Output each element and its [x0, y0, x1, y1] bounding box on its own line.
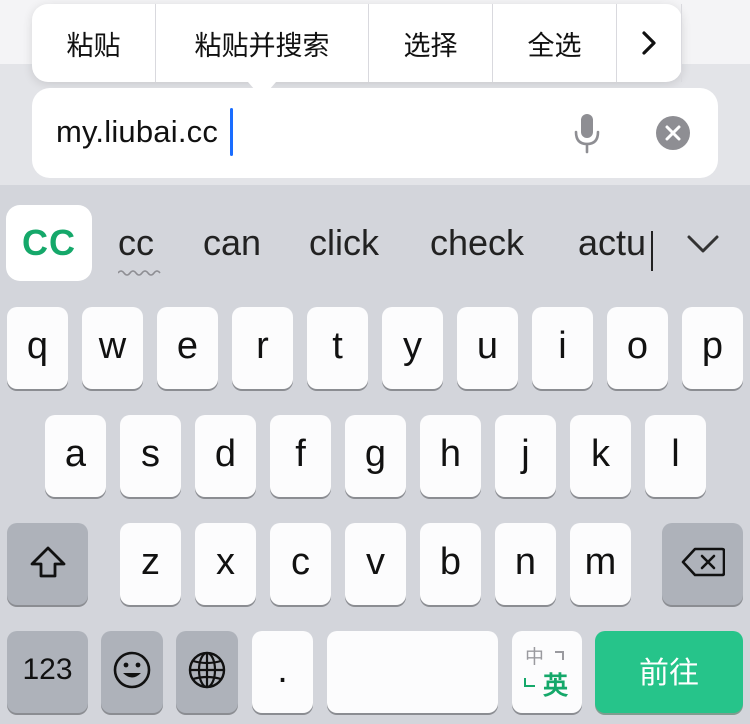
suggestion-item[interactable]: actu: [578, 205, 646, 281]
go-key[interactable]: 前往: [595, 631, 743, 713]
shift-arrow-icon: [30, 546, 65, 578]
menu-more-button[interactable]: [617, 4, 682, 82]
menu-item-select-all[interactable]: 全选: [493, 4, 617, 82]
edit-context-menu: 粘贴 粘贴并搜索 选择 全选: [32, 4, 682, 98]
key-d[interactable]: d: [195, 415, 256, 497]
chevron-right-icon: [642, 31, 656, 55]
numbers-key-label: 123: [22, 653, 73, 686]
key-m[interactable]: m: [570, 523, 631, 605]
suggestion-item[interactable]: CC: [6, 205, 92, 281]
key-b[interactable]: b: [420, 523, 481, 605]
key-y[interactable]: y: [382, 307, 443, 389]
key-s[interactable]: s: [120, 415, 181, 497]
key-w[interactable]: w: [82, 307, 143, 389]
key-n[interactable]: n: [495, 523, 556, 605]
key-i[interactable]: i: [532, 307, 593, 389]
delete-backspace-icon: [681, 547, 725, 577]
key-p[interactable]: p: [682, 307, 743, 389]
suggestion-item[interactable]: check: [430, 205, 524, 281]
url-field-value[interactable]: my.liubai.cc: [56, 114, 218, 150]
ime-switch-arrows-icon: [524, 651, 564, 687]
suggestion-item[interactable]: can: [203, 205, 261, 281]
key-h[interactable]: h: [420, 415, 481, 497]
chevron-down-icon[interactable]: [686, 233, 720, 255]
url-field[interactable]: my.liubai.cc: [32, 88, 718, 178]
key-e[interactable]: e: [157, 307, 218, 389]
emoji-icon: [113, 651, 151, 689]
suggestion-item[interactable]: click: [309, 205, 379, 281]
space-key[interactable]: [327, 631, 498, 713]
microphone-icon[interactable]: [572, 112, 602, 156]
chinese-english-toggle-key[interactable]: 中 英: [512, 631, 582, 713]
clear-text-button[interactable]: [656, 116, 690, 150]
inline-text-cursor: [651, 231, 653, 271]
key-o[interactable]: o: [607, 307, 668, 389]
key-a[interactable]: a: [45, 415, 106, 497]
globe-key[interactable]: [176, 631, 238, 713]
menu-item-paste[interactable]: 粘贴: [32, 4, 156, 82]
key-v[interactable]: v: [345, 523, 406, 605]
key-q[interactable]: q: [7, 307, 68, 389]
globe-icon: [188, 651, 226, 689]
shift-key[interactable]: [7, 523, 88, 605]
numbers-key[interactable]: 123: [7, 631, 88, 713]
period-key[interactable]: .: [252, 631, 313, 713]
spelling-squiggle: [118, 270, 161, 276]
text-cursor: [230, 108, 233, 156]
key-k[interactable]: k: [570, 415, 631, 497]
key-x[interactable]: x: [195, 523, 256, 605]
key-r[interactable]: r: [232, 307, 293, 389]
key-t[interactable]: t: [307, 307, 368, 389]
suggestion-bar: CC cc can click check actu: [0, 205, 750, 285]
delete-key[interactable]: [662, 523, 743, 605]
key-j[interactable]: j: [495, 415, 556, 497]
key-g[interactable]: g: [345, 415, 406, 497]
clear-circle-icon: [665, 125, 681, 141]
menu-item-paste-and-search[interactable]: 粘贴并搜索: [156, 4, 369, 82]
key-f[interactable]: f: [270, 415, 331, 497]
emoji-key[interactable]: [101, 631, 163, 713]
key-l[interactable]: l: [645, 415, 706, 497]
key-c[interactable]: c: [270, 523, 331, 605]
key-u[interactable]: u: [457, 307, 518, 389]
key-z[interactable]: z: [120, 523, 181, 605]
menu-item-select[interactable]: 选择: [369, 4, 493, 82]
